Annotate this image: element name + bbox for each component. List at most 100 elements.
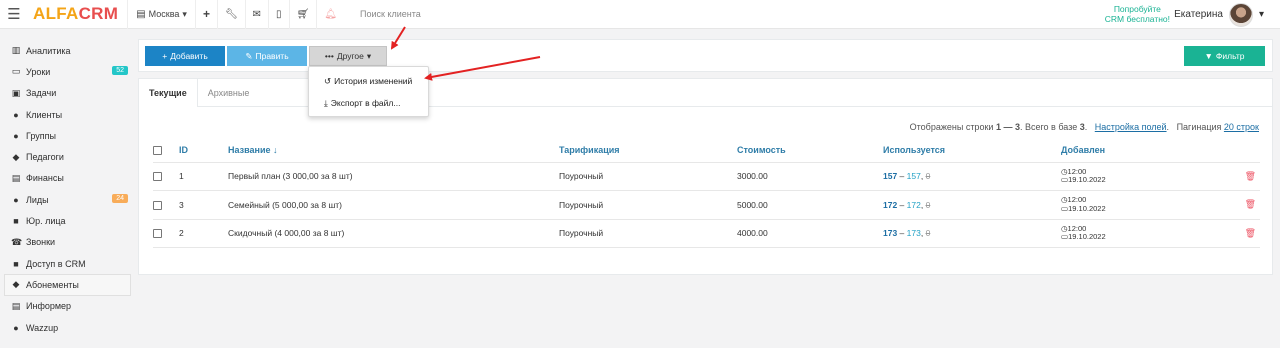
promo-line1: Попробуйте	[1113, 4, 1161, 14]
delete-icon[interactable]: 🗑︎	[1221, 190, 1260, 220]
sidebar-item-groups[interactable]: ● Группы	[0, 125, 136, 146]
envelope-icon: ✉	[252, 8, 262, 20]
cost-cell: 5000.00	[737, 190, 883, 220]
pagination-label: Пагинация	[1176, 122, 1222, 132]
filter-button-label: Фильтр	[1215, 51, 1245, 61]
shown-range: 1 — 3	[995, 122, 1020, 132]
plus-button[interactable]: +	[194, 0, 217, 29]
field-settings-link[interactable]: Настройка полей	[1095, 122, 1167, 132]
column-header-added[interactable]: Добавлен	[1061, 139, 1221, 163]
sidebar-item-finance[interactable]: ▤ Финансы	[0, 168, 136, 189]
logo-crm: CRM	[78, 4, 119, 23]
sidebar-item-informer[interactable]: ▤ Информер	[0, 296, 136, 317]
used-active-link[interactable]: 172	[907, 200, 921, 210]
phone-button[interactable]: ▯	[268, 0, 289, 29]
column-header-cost[interactable]: Стоимость	[737, 139, 883, 163]
row-checkbox[interactable]	[153, 172, 162, 182]
add-button[interactable]: + Добавить	[145, 46, 225, 66]
used-archived-link[interactable]: 0	[926, 171, 931, 181]
sidebar-item-teachers[interactable]: ◆ Педагоги	[0, 146, 136, 167]
used-archived-link[interactable]: 0	[926, 228, 931, 238]
delete-icon[interactable]: 🗑︎	[1221, 162, 1260, 191]
promo-link[interactable]: Попробуйте CRM бесплатно!	[1105, 4, 1170, 24]
sidebar-item-legal[interactable]: ■ Юр. лица	[0, 210, 136, 231]
count-badge: 24	[112, 194, 128, 204]
phone-icon: ☎	[11, 236, 23, 247]
used-archived-link[interactable]: 0	[926, 200, 931, 210]
cart-button[interactable]: 🛒︎	[288, 0, 317, 29]
bell-icon: 🔔︎	[324, 8, 337, 20]
edit-button[interactable]: ✎ Править	[227, 46, 307, 66]
total-label: . Всего в базе	[1019, 122, 1078, 132]
table-header-row: ID Название ↓ Тарификация Стоимость Испо…	[153, 139, 1260, 163]
sidebar-item-lessons[interactable]: ▭ Уроки 52	[0, 61, 136, 82]
city-selector[interactable]: ▤ Москва ▾	[127, 0, 195, 29]
lock-icon: ■	[13, 258, 19, 269]
menu-icon[interactable]: ☰	[0, 0, 28, 29]
row-checkbox[interactable]	[153, 229, 162, 239]
column-header-tariff[interactable]: Тарификация	[559, 139, 737, 163]
total-count: 3	[1079, 122, 1085, 132]
download-icon: ⤓	[324, 97, 328, 108]
sidebar-item-calls[interactable]: ☎ Звонки	[0, 232, 136, 253]
menu-item-history[interactable]: ↺ История изменений	[309, 70, 428, 92]
name-cell: Семейный (5 000,00 за 8 шт)	[228, 190, 559, 220]
sidebar-item-clients[interactable]: ● Клиенты	[0, 104, 136, 125]
delete-icon[interactable]: 🗑︎	[1221, 219, 1260, 248]
menu-item-label: История изменений	[334, 76, 413, 86]
name-cell: Скидочный (4 000,00 за 8 шт)	[228, 219, 559, 248]
id-cell: 2	[179, 219, 228, 248]
sidebar-item-analytics[interactable]: ▥ Аналитика	[0, 40, 136, 61]
added-date: 19.10.2022	[1068, 232, 1106, 242]
used-active-link[interactable]: 173	[907, 228, 921, 238]
other-button[interactable]: ••• Другое ▾	[309, 46, 387, 66]
caret-down-icon: ▾	[366, 50, 372, 61]
menu-item-export[interactable]: ⤓ Экспорт в файл...	[309, 92, 428, 114]
cost-cell: 3000.00	[737, 162, 883, 191]
sidebar-item-wazzup[interactable]: ● Wazzup	[0, 317, 136, 338]
wrench-button[interactable]: 🔧︎	[216, 0, 245, 29]
added-cell: ◷12:00 ▭19.10.2022	[1061, 190, 1221, 220]
sidebar-item-label: Информер	[26, 301, 72, 312]
sidebar-item-label: Задачи	[26, 88, 57, 99]
table-row[interactable]: 1 Первый план (3 000,00 за 8 шт) Поурочн…	[153, 162, 1260, 191]
column-header-id[interactable]: ID	[179, 139, 228, 163]
tab-current[interactable]: Текущие	[139, 79, 198, 107]
sidebar-item-leads[interactable]: ● Лиды 24	[0, 189, 136, 210]
sidebar-item-subscriptions[interactable]: ◆ Абонементы	[4, 274, 131, 296]
filter-button[interactable]: ▼ Фильтр	[1184, 46, 1265, 66]
used-active-link[interactable]: 157	[907, 171, 921, 181]
row-checkbox[interactable]	[153, 200, 162, 210]
column-header-used[interactable]: Используется	[883, 139, 1061, 163]
table-row[interactable]: 2 Скидочный (4 000,00 за 8 шт) Поурочный…	[153, 219, 1260, 248]
search-input[interactable]: Поиск клиента	[360, 9, 421, 19]
top-bar: ☰ ALFACRM ▤ Москва ▾ + 🔧︎ ✉ ▯ 🛒︎ 🔔︎ Поиск …	[0, 0, 1280, 29]
added-date: 19.10.2022	[1068, 175, 1106, 185]
tab-archived[interactable]: Архивные	[198, 79, 260, 107]
select-all-checkbox[interactable]	[153, 146, 162, 156]
other-dropdown-menu: ↺ История изменений ⤓ Экспорт в файл...	[308, 66, 429, 117]
pagination-link[interactable]: 20 строк	[1224, 122, 1259, 132]
used-total-link[interactable]: 157	[883, 171, 897, 181]
sidebar-item-label: Группы	[26, 130, 56, 141]
sidebar-item-access[interactable]: ■ Доступ в CRM	[0, 253, 136, 274]
caret-down-icon: ▾	[1258, 9, 1264, 20]
menu-item-label: Экспорт в файл...	[330, 98, 401, 108]
used-total-link[interactable]: 172	[883, 200, 897, 210]
table-row[interactable]: 3 Семейный (5 000,00 за 8 шт) Поурочный …	[153, 190, 1260, 220]
tariff-cell: Поурочный	[559, 162, 737, 191]
user-menu[interactable]: Екатерина ▾	[1174, 0, 1264, 29]
edit-button-label: Править	[255, 51, 289, 61]
sidebar-item-label: Юр. лица	[26, 216, 66, 227]
notifications-button[interactable]: 🔔︎	[316, 0, 344, 29]
filter-icon: ▼	[1204, 51, 1213, 61]
used-total-link[interactable]: 173	[883, 228, 897, 238]
row-select-cell	[153, 190, 179, 220]
logo[interactable]: ALFACRM	[33, 4, 118, 24]
sidebar-item-tasks[interactable]: ▣ Задачи	[0, 83, 136, 104]
added-cell: ◷12:00 ▭19.10.2022	[1061, 162, 1221, 191]
rows-summary: Отображены строки 1 — 3. Всего в базе 3.…	[909, 122, 1259, 132]
users-icon: ●	[13, 130, 19, 141]
column-header-name[interactable]: Название ↓	[228, 139, 559, 163]
mail-button[interactable]: ✉	[244, 0, 268, 29]
